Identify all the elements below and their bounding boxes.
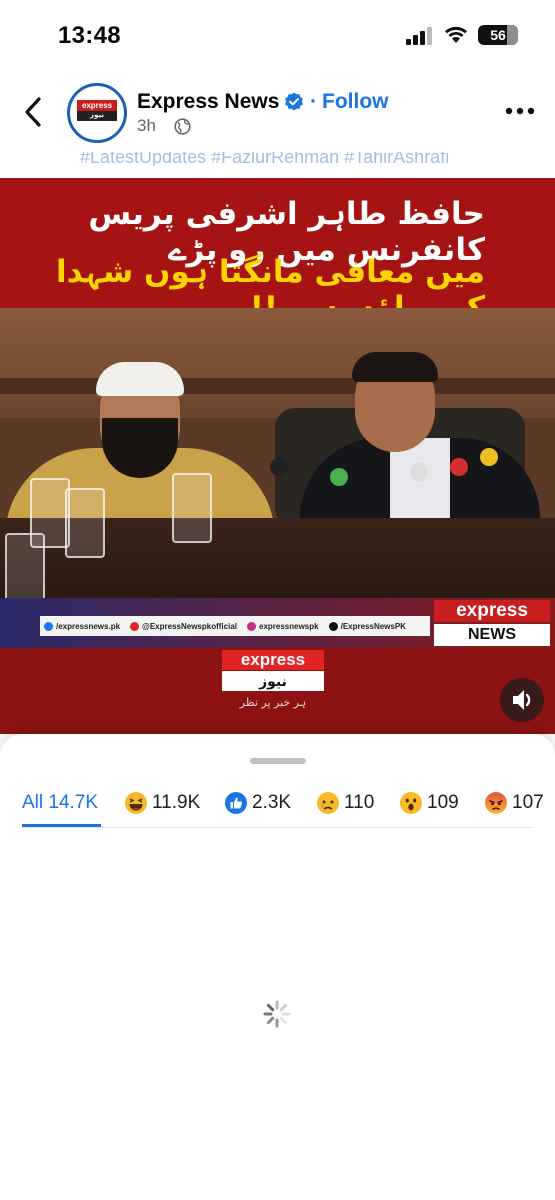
reaction-count: 2.3K	[252, 792, 292, 813]
post-time: 3h	[137, 116, 156, 135]
social-handle: /ExpressNewsPK	[328, 621, 406, 631]
social-handle-label: /expressnews.pk	[56, 621, 121, 631]
reaction-tab-sad[interactable]: 110	[316, 788, 374, 818]
wifi-icon	[445, 26, 467, 43]
social-network-icon	[328, 621, 338, 631]
reaction-tab-like[interactable]: 2.3K	[224, 788, 291, 818]
social-handle-label: /ExpressNewsPK	[340, 621, 406, 631]
lower-logo-bottom: نیوز	[222, 671, 324, 691]
lower-logo-tagline: ہر خبر پر نظر	[239, 696, 307, 709]
sad-icon	[316, 791, 340, 815]
angry-icon	[484, 791, 508, 815]
reaction-count: 109	[427, 792, 459, 813]
lower-logo-top: express	[222, 650, 324, 670]
social-handle-label: @ExpressNewspkofficial	[142, 621, 237, 631]
reaction-count: All 14.7K	[22, 792, 99, 813]
video-headline-banner: حافظ طاہر اشرفی پریس کانفرنس میں رو پڑے …	[0, 178, 555, 326]
status-bar: 13:48 56	[0, 0, 555, 72]
battery-icon: 56	[478, 25, 518, 45]
social-network-icon	[247, 621, 256, 631]
page-avatar[interactable]: express نیوز	[67, 83, 127, 143]
video-frame	[0, 308, 555, 598]
reaction-count: 11.9K	[152, 792, 201, 813]
separator-dot: ·	[310, 90, 317, 113]
more-options-icon[interactable]	[505, 106, 535, 116]
brand-logo-top: express	[434, 600, 550, 622]
sheet-drag-handle[interactable]	[250, 758, 306, 764]
avatar-logo-bottom: نیوز	[77, 111, 117, 121]
express-news-logo: express NEWS	[434, 600, 550, 646]
speaker-icon	[513, 690, 531, 710]
reactions-sheet: All 14.7K 11.9K 2.3K 110 109 107	[0, 734, 555, 1200]
reaction-count: 110	[344, 792, 375, 813]
post-header: express نیوز Express News · Follow 3h	[0, 76, 555, 156]
post-hashtags[interactable]: #LatestUpdates #FazlurRehman #TahirAshra…	[80, 152, 550, 166]
like-icon	[224, 791, 248, 815]
cellular-signal-icon	[406, 27, 432, 45]
social-handles-bar: /expressnews.pk @ExpressNewspkofficial exp…	[0, 598, 555, 648]
social-handles-strip: /expressnews.pk @ExpressNewspkofficial exp…	[40, 616, 430, 636]
social-handle-label: expressnewspk	[259, 621, 319, 631]
social-network-icon	[130, 621, 140, 631]
social-network-icon	[44, 621, 53, 631]
social-handle: /expressnews.pk	[44, 621, 121, 631]
page-name[interactable]: Express News	[137, 90, 279, 114]
battery-level: 56	[490, 27, 506, 43]
video-player[interactable]: حافظ طاہر اشرفی پریس کانفرنس میں رو پڑے …	[0, 178, 555, 734]
reaction-tab-angry[interactable]: 107	[484, 788, 544, 818]
avatar-logo-top: express	[77, 100, 117, 111]
back-arrow-icon[interactable]	[22, 96, 44, 128]
avatar-logo-strip	[76, 122, 118, 128]
brand-logo-bottom: NEWS	[434, 624, 550, 646]
reaction-tab-all[interactable]: All 14.7K	[22, 788, 98, 818]
loading-spinner-icon	[263, 1000, 291, 1028]
haha-icon	[124, 791, 148, 815]
verified-badge-icon	[285, 92, 303, 111]
social-handle: @ExpressNewspkofficial	[130, 621, 237, 631]
reaction-tab-haha[interactable]: 11.9K	[124, 788, 200, 818]
reaction-tabs: All 14.7K 11.9K 2.3K 110 109 107	[0, 778, 555, 830]
reaction-tab-wow[interactable]: 109	[399, 788, 459, 818]
globe-icon	[174, 118, 191, 135]
tabs-divider	[22, 827, 532, 828]
follow-button[interactable]: Follow	[322, 90, 389, 114]
status-time: 13:48	[58, 22, 121, 49]
reaction-count: 107	[512, 792, 544, 813]
wow-icon	[399, 791, 423, 815]
social-handle: expressnewspk	[247, 621, 319, 631]
volume-button[interactable]	[500, 678, 544, 722]
